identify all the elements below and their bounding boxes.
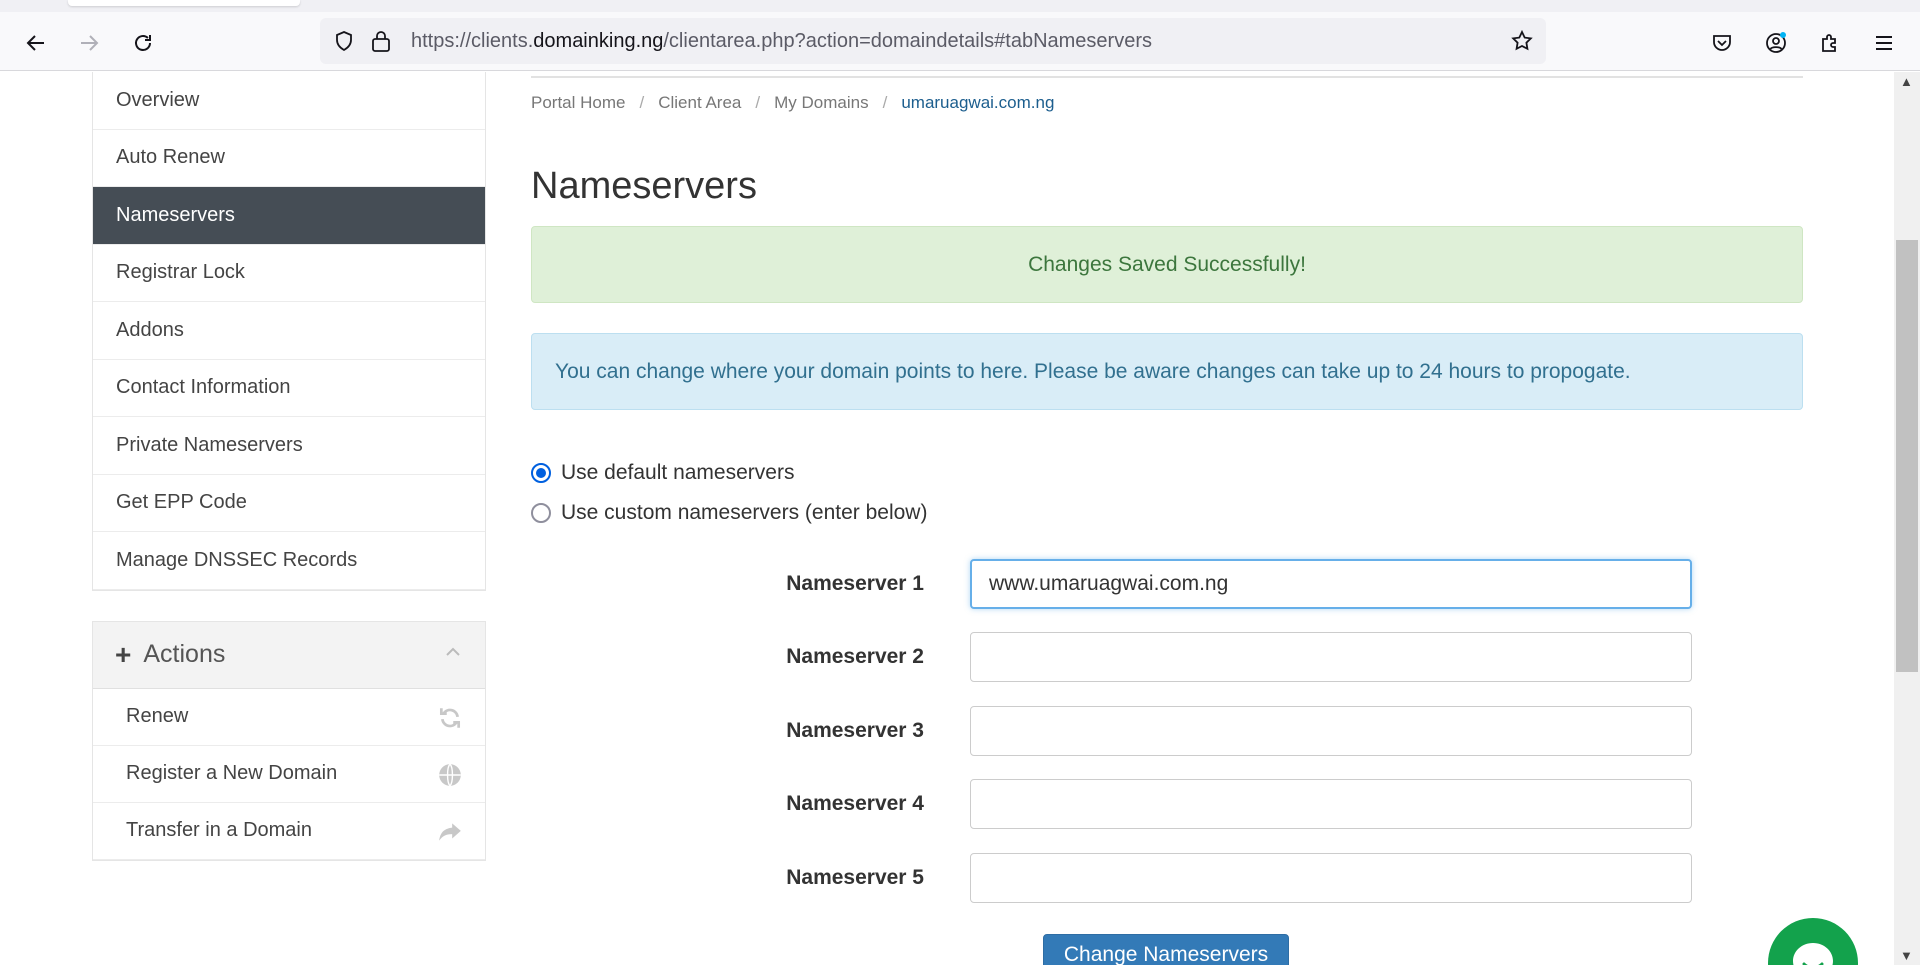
nameserver-row: Nameserver 5: [531, 841, 1803, 915]
menu-button[interactable]: [1868, 27, 1900, 59]
scroll-down-arrow-icon[interactable]: ▼: [1900, 948, 1913, 963]
shield-icon[interactable]: [332, 29, 356, 53]
radio-default-label[interactable]: Use default nameservers: [561, 461, 794, 485]
breadcrumb-current-domain: umaruagwai.com.ng: [901, 93, 1055, 112]
nameserver-row: Nameserver 1: [531, 547, 1803, 621]
sidebar-item-get-epp-code[interactable]: Get EPP Code: [93, 475, 485, 532]
nameserver-3-label: Nameserver 3: [786, 718, 924, 742]
nameserver-mode-group: Use default nameservers Use custom names…: [531, 453, 1803, 533]
nameserver-1-input[interactable]: [970, 558, 1692, 609]
chat-bubble-icon: [1793, 943, 1833, 965]
sidebar-item-contact-information[interactable]: Contact Information: [93, 360, 485, 417]
address-bar[interactable]: https://clients.domainking.ng/clientarea…: [320, 18, 1546, 64]
radio-custom-nameservers[interactable]: [531, 503, 551, 523]
plus-icon: +: [115, 638, 132, 670]
nameserver-2-label: Nameserver 2: [786, 645, 924, 669]
main-content: Portal Home / Client Area / My Domains /…: [531, 72, 1803, 965]
scroll-up-arrow-icon[interactable]: ▲: [1900, 74, 1913, 89]
sidebar-item-manage-dnssec[interactable]: Manage DNSSEC Records: [93, 532, 485, 590]
breadcrumb-portal-home[interactable]: Portal Home: [531, 93, 625, 113]
action-transfer-domain[interactable]: Transfer in a Domain: [93, 803, 485, 860]
lock-icon[interactable]: [370, 29, 392, 53]
puzzle-icon: [1822, 34, 1836, 52]
account-icon: [1766, 32, 1786, 53]
nameserver-3-input[interactable]: [970, 705, 1692, 756]
breadcrumb-my-domains[interactable]: My Domains: [774, 93, 868, 113]
actions-panel: + Actions Renew Register a New Domain Tr…: [92, 620, 486, 861]
breadcrumb-separator: /: [639, 93, 645, 112]
radio-default-nameservers[interactable]: [531, 463, 551, 483]
action-register-label: Register a New Domain: [126, 762, 338, 784]
sidebar-item-overview[interactable]: Overview: [93, 72, 485, 130]
nameserver-fields: Nameserver 1 Nameserver 2 Nameserver 3 N…: [531, 547, 1803, 915]
sidebar-item-auto-renew[interactable]: Auto Renew: [93, 130, 485, 187]
account-button[interactable]: [1760, 27, 1792, 59]
nameserver-row: Nameserver 4: [531, 768, 1803, 842]
hamburger-icon: [1876, 36, 1892, 50]
sidebar-item-private-nameservers[interactable]: Private Nameservers: [93, 417, 485, 475]
nameserver-2-input[interactable]: [970, 632, 1692, 683]
nameserver-4-label: Nameserver 4: [786, 792, 924, 816]
action-renew-label: Renew: [126, 705, 189, 727]
extensions-button[interactable]: [1814, 27, 1846, 59]
url-text[interactable]: https://clients.domainking.ng/clientarea…: [411, 30, 1152, 53]
page-title: Nameservers: [531, 165, 757, 207]
divider: [531, 76, 1803, 78]
nameserver-row: Nameserver 2: [531, 621, 1803, 695]
action-renew[interactable]: Renew: [93, 689, 485, 746]
active-tab[interactable]: [68, 0, 300, 6]
sidebar-item-addons[interactable]: Addons: [93, 302, 485, 360]
nameserver-4-input[interactable]: [970, 779, 1692, 830]
change-nameservers-button[interactable]: Change Nameservers: [1043, 934, 1289, 965]
nameserver-1-label: Nameserver 1: [786, 571, 924, 595]
chevron-up-icon[interactable]: [443, 642, 463, 662]
refresh-icon: [439, 707, 461, 728]
reload-icon: [135, 35, 151, 51]
actions-header[interactable]: + Actions: [93, 621, 485, 689]
nameserver-5-label: Nameserver 5: [786, 865, 924, 889]
pocket-button[interactable]: [1706, 27, 1738, 59]
forward-button[interactable]: [73, 27, 105, 59]
page-content: Overview Auto Renew Nameservers Registra…: [0, 72, 1894, 965]
back-button[interactable]: [20, 27, 52, 59]
info-alert: You can change where your domain points …: [531, 333, 1803, 410]
pocket-icon: [1713, 35, 1731, 51]
success-alert: Changes Saved Successfully!: [531, 226, 1803, 303]
tab-strip: [0, 0, 1920, 12]
globe-icon: [439, 763, 461, 786]
breadcrumb-client-area[interactable]: Client Area: [658, 93, 741, 113]
domain-menu: Overview Auto Renew Nameservers Registra…: [92, 72, 486, 591]
nameserver-5-input[interactable]: [970, 852, 1692, 903]
arrow-right-icon: [81, 35, 99, 51]
share-arrow-icon: [439, 822, 461, 841]
action-transfer-label: Transfer in a Domain: [126, 819, 312, 841]
sidebar: Overview Auto Renew Nameservers Registra…: [92, 72, 486, 861]
bookmark-star-icon[interactable]: [1510, 29, 1534, 53]
radio-custom-label[interactable]: Use custom nameservers (enter below): [561, 501, 927, 525]
actions-title: Actions: [143, 640, 226, 668]
browser-toolbar: https://clients.domainking.ng/clientarea…: [0, 12, 1920, 71]
breadcrumb-separator: /: [882, 93, 888, 112]
scrollbar-thumb[interactable]: [1896, 240, 1918, 672]
live-chat-button[interactable]: [1768, 918, 1858, 965]
page-scrollbar[interactable]: ▲ ▼: [1894, 72, 1920, 965]
sidebar-item-nameservers[interactable]: Nameservers: [93, 187, 485, 245]
arrow-left-icon: [26, 35, 44, 51]
sidebar-item-registrar-lock[interactable]: Registrar Lock: [93, 245, 485, 302]
radio-default-row[interactable]: Use default nameservers: [531, 453, 1803, 493]
nameserver-row: Nameserver 3: [531, 694, 1803, 768]
breadcrumb-separator: /: [755, 93, 761, 112]
action-register-domain[interactable]: Register a New Domain: [93, 746, 485, 803]
reload-button[interactable]: [127, 27, 159, 59]
breadcrumb: Portal Home / Client Area / My Domains /…: [531, 93, 1803, 113]
radio-custom-row[interactable]: Use custom nameservers (enter below): [531, 493, 1803, 533]
